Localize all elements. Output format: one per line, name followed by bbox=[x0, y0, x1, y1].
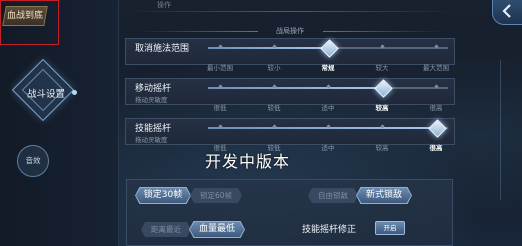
skill-sensitivity-slider[interactable]: 很低 较低 适中 较高 很高 bbox=[208, 119, 448, 152]
slider-tick bbox=[433, 84, 439, 89]
nearest-distance-button[interactable]: 距离最近 bbox=[141, 222, 191, 237]
setting-label: 技能摇杆 bbox=[135, 124, 172, 134]
slider-option-label[interactable]: 最小范围 bbox=[200, 62, 240, 72]
slider-tick bbox=[379, 44, 385, 49]
slider-option-label[interactable]: 较高 bbox=[362, 142, 402, 152]
joystick-correction-toggle[interactable]: 开启 bbox=[375, 221, 405, 235]
tab-audio-label: 音效 bbox=[25, 156, 41, 165]
right-edge-decoration bbox=[500, 60, 522, 200]
settings-screen: 血战到底 战斗设置 音效 操作 战局操作 取消施法范围 最小范围 较小 常规 较大 最大… bbox=[0, 0, 522, 246]
lowest-hp-button[interactable]: 血量最低 bbox=[190, 222, 244, 237]
slider-knob[interactable] bbox=[373, 79, 393, 98]
move-sensitivity-slider[interactable]: 很低 较低 适中 较高 很高 bbox=[208, 79, 448, 112]
slider-knob[interactable] bbox=[427, 119, 447, 138]
free-lock-target-button[interactable]: 自由锁敌 bbox=[308, 188, 358, 203]
setting-row-cancel-range: 取消施法范围 最小范围 较小 常规 较大 最大范围 bbox=[125, 38, 455, 72]
slider-option-label[interactable]: 很高 bbox=[416, 102, 456, 112]
range-slider[interactable]: 最小范围 较小 常规 较大 最大范围 bbox=[207, 39, 449, 72]
slider-knob[interactable] bbox=[319, 39, 339, 58]
active-tab-dot-icon bbox=[72, 90, 77, 95]
slider-option-label[interactable]: 很高 bbox=[416, 142, 456, 152]
setting-label: 取消施法范围 bbox=[135, 44, 190, 54]
slider-option-label[interactable]: 适中 bbox=[308, 102, 348, 112]
slider-option-label[interactable]: 较低 bbox=[254, 102, 294, 112]
game-mode-label: 血战到底 bbox=[6, 11, 43, 21]
section-title: 战局操作 bbox=[276, 27, 304, 35]
setting-row-move-joystick: 移动摇杆 拖动灵敏度 很低 较低 适中 较高 很高 bbox=[125, 78, 455, 112]
dev-version-watermark: 开发中版本 bbox=[205, 152, 291, 171]
joystick-correction-label: 技能摇杆修正 bbox=[302, 225, 357, 235]
new-lock-target-button[interactable]: 新式锁敌 bbox=[357, 188, 411, 203]
slider-option-label[interactable]: 常规 bbox=[308, 62, 348, 72]
faded-tab-label: 操作 bbox=[157, 1, 171, 9]
setting-sublabel: 拖动灵敏度 bbox=[135, 136, 168, 144]
slider-option-label[interactable]: 较大 bbox=[362, 62, 402, 72]
game-mode-tab[interactable]: 血战到底 bbox=[2, 6, 48, 26]
setting-row-skill-joystick: 技能摇杆 拖动灵敏度 很低 较低 适中 较高 很高 bbox=[125, 118, 455, 152]
back-button[interactable] bbox=[492, 0, 522, 25]
chevron-left-icon bbox=[502, 4, 511, 18]
lock-60fps-button[interactable]: 锁定60帧 bbox=[190, 188, 242, 203]
slider-option-label[interactable]: 最大范围 bbox=[416, 62, 456, 72]
tab-battle-settings[interactable]: 战斗设置 bbox=[24, 86, 68, 100]
setting-label: 移动摇杆 bbox=[135, 84, 172, 94]
setting-sublabel: 拖动灵敏度 bbox=[135, 96, 168, 104]
slider-option-label[interactable]: 较小 bbox=[254, 62, 294, 72]
lock-30fps-button[interactable]: 锁定30帧 bbox=[136, 188, 190, 203]
tab-audio[interactable]: 音效 bbox=[17, 145, 49, 177]
header-divider bbox=[125, 11, 455, 12]
left-sidebar: 血战到底 战斗设置 音效 bbox=[0, 0, 119, 246]
slider-fill bbox=[208, 87, 382, 89]
slider-fill bbox=[208, 127, 436, 129]
slider-option-label[interactable]: 很低 bbox=[200, 102, 240, 112]
slider-fill bbox=[208, 47, 328, 49]
slider-option-label[interactable]: 较高 bbox=[362, 102, 402, 112]
slider-tick bbox=[433, 44, 439, 49]
